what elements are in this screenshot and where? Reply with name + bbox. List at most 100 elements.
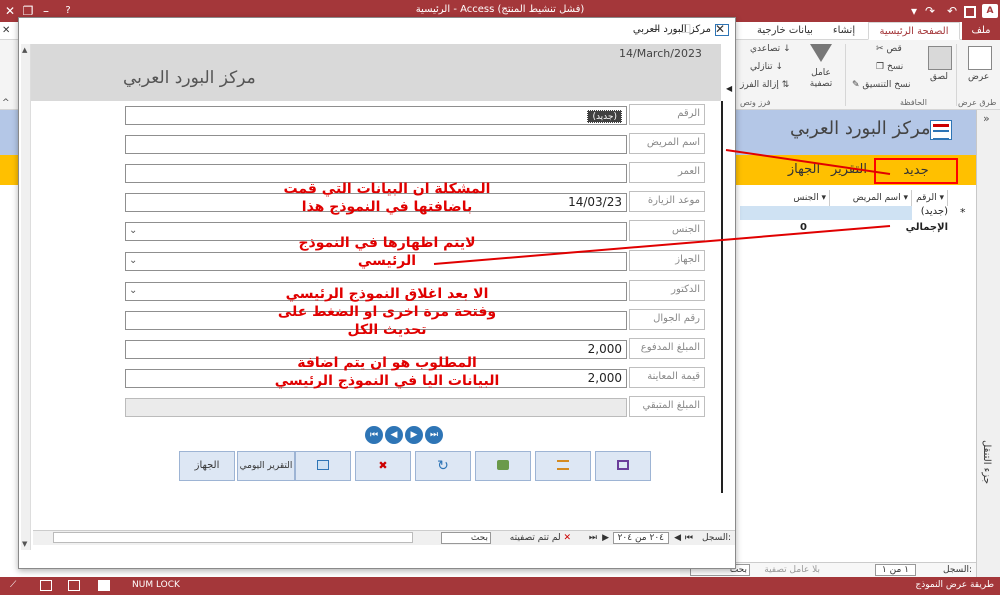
- remove-sort-button[interactable]: إزالة الفرز ⇅: [740, 80, 789, 90]
- tab-create[interactable]: إنشاء: [822, 22, 866, 40]
- annotation-note-2: لايتم اظهارها في النموذج الرئيسي: [262, 234, 512, 270]
- previous-record-button[interactable]: ◀: [385, 426, 403, 444]
- remove-sort-label: إزالة الفرز: [740, 80, 779, 90]
- record-selector-arrow-icon: ◀: [726, 84, 733, 93]
- popup-header-title: مركز البورد العربي: [123, 68, 256, 88]
- navigation-pane[interactable]: » جزء التنقل: [976, 110, 1000, 577]
- popup-vertical-scrollbar[interactable]: ▲ ▼: [21, 44, 31, 550]
- sort-za-icon: ↓: [775, 62, 783, 72]
- label-patient: اسم المريض: [629, 133, 705, 154]
- status-bar: ⟋ NUM LOCK طريقة عرض النموذج: [0, 577, 1000, 595]
- paste-icon[interactable]: [928, 46, 952, 70]
- refresh-button[interactable]: ↻: [415, 451, 471, 481]
- tab-new[interactable]: جديد: [874, 158, 958, 184]
- close-window-button[interactable]: ✕: [2, 2, 18, 20]
- sort-ascending-button[interactable]: تصاعدي ↓: [750, 44, 791, 54]
- popup-recnav-last-icon[interactable]: ⏭: [589, 533, 597, 543]
- cut-button[interactable]: ✂ قص: [876, 44, 902, 54]
- col-header-gender[interactable]: الجنس ▾: [740, 190, 830, 206]
- qat-customize-icon[interactable]: ▾: [906, 2, 922, 20]
- format-painter-label: نسخ التنسيق: [862, 80, 911, 90]
- sort-group-label: فرز وتص: [740, 98, 771, 107]
- annotation-note-3-line-2: وفتحة مرة اخرى او الضغط على: [277, 304, 497, 320]
- grid-view-button[interactable]: [295, 451, 351, 481]
- popup-recnav-next-icon[interactable]: ▶: [602, 533, 609, 543]
- popup-form-header: 14/March/2023 مركز البورد العربي: [23, 44, 721, 101]
- grid-new-row-cells[interactable]: [740, 206, 912, 220]
- remove-sort-icon: ⇅: [781, 80, 790, 90]
- filter-off-icon: ✕: [563, 533, 571, 543]
- daily-report-button[interactable]: التقرير اليومي: [237, 451, 295, 481]
- popup-recnav-position[interactable]: ٢٠٤ من ٢٠٤: [612, 532, 669, 544]
- popup-recnav-filter[interactable]: لم تتم تصفيته ✕: [510, 533, 571, 543]
- next-record-button[interactable]: ▶: [405, 426, 423, 444]
- tab-external-data[interactable]: بيانات خارجية: [750, 22, 820, 40]
- main-recnav-position[interactable]: ١ من ١: [874, 564, 916, 576]
- cut-label: قص: [886, 44, 902, 54]
- col-id-label: الرقم: [916, 193, 937, 203]
- field-patient-name[interactable]: [125, 135, 627, 154]
- redo-icon[interactable]: ↷: [922, 2, 938, 20]
- filter-button[interactable]: عامل تصفية: [806, 68, 836, 90]
- format-painter-button[interactable]: ✎ نسخ التنسيق: [852, 80, 911, 90]
- popup-recnav-first-icon[interactable]: ⏮: [685, 533, 693, 543]
- copy-button[interactable]: ❐ نسخ: [876, 62, 903, 72]
- popup-recnav-prev-icon[interactable]: ◀: [674, 533, 681, 543]
- popup-title: مركز البورد العربي: [632, 24, 711, 35]
- label-visit-date: موعد الزيارة: [629, 191, 705, 212]
- scroll-up-icon[interactable]: ▲: [22, 46, 27, 54]
- new-record-button[interactable]: [535, 451, 591, 481]
- layout-view-icon[interactable]: [40, 580, 52, 591]
- scroll-down-icon[interactable]: ▼: [22, 540, 27, 548]
- print-button[interactable]: [475, 451, 531, 481]
- sort-az-icon: ↓: [783, 44, 791, 54]
- annotation-note-4: المطلوب هو ان يتم اضافة البيانات اليا في…: [250, 354, 524, 390]
- col-header-id[interactable]: الرقم ▾: [912, 190, 948, 206]
- filter-icon[interactable]: [810, 44, 832, 62]
- sort-ascending-label: تصاعدي: [750, 44, 781, 54]
- field-id-value: (جديد): [587, 110, 622, 123]
- copy-icon: ❐: [876, 62, 885, 72]
- popup-horizontal-scrollbar[interactable]: [53, 532, 413, 543]
- grid-total-value: 0: [800, 222, 807, 233]
- ribbon-collapse-icon[interactable]: ^: [2, 98, 10, 108]
- annotation-note-3-line-1: الا بعد اغلاق النموذج الرئيسي: [285, 286, 489, 302]
- save-record-button[interactable]: [595, 451, 651, 481]
- design-view-icon[interactable]: ⟋: [10, 580, 22, 591]
- label-id: الرقم: [629, 104, 705, 125]
- nav-pane-chevron-icon[interactable]: »: [983, 112, 990, 125]
- main-recnav-filter[interactable]: بلا عامل تصفية: [764, 565, 820, 575]
- brush-icon: ✎: [852, 80, 860, 90]
- delete-record-button[interactable]: ✖: [355, 451, 411, 481]
- view-button[interactable]: عرض: [968, 72, 989, 82]
- form-view-icon[interactable]: [98, 580, 110, 591]
- first-record-button[interactable]: ⏮: [365, 426, 383, 444]
- grid-new-row[interactable]: (جديد): [912, 206, 948, 220]
- field-remaining-amount: [125, 398, 627, 417]
- label-exam-fee: قيمة المعاينة: [629, 367, 705, 388]
- col-header-patient[interactable]: اسم المريض ▾: [830, 190, 912, 206]
- annotation-note-2-line-1: لايتم اظهارها في النموذج: [298, 235, 476, 251]
- undo-icon[interactable]: ↶: [944, 2, 960, 20]
- tab-home[interactable]: الصفحة الرئيسية: [868, 22, 960, 40]
- new-record-icon: [557, 460, 569, 470]
- ribbon-separator: [956, 44, 957, 106]
- tab-report[interactable]: التقرير: [826, 159, 872, 181]
- tab-device[interactable]: الجهاز: [782, 159, 826, 181]
- last-record-button[interactable]: ⏭: [425, 426, 443, 444]
- popup-record-navigator: السجل: ⏮ ◀ ٢٠٤ من ٢٠٤ ▶ ⏭ لم تتم تصفيته …: [33, 530, 735, 545]
- field-id[interactable]: (جديد): [125, 106, 627, 125]
- col-gender-label: الجنس: [793, 193, 819, 203]
- datasheet-view-icon[interactable]: [68, 580, 80, 591]
- device-button[interactable]: الجهاز: [179, 451, 235, 481]
- sort-descending-button[interactable]: تنازلي ↓: [750, 62, 783, 72]
- main-form-title: مركز البورد العربي: [790, 118, 931, 139]
- label-doctor: الدكتور: [629, 280, 705, 301]
- view-icon[interactable]: [968, 46, 992, 70]
- paste-button[interactable]: لصق: [930, 72, 948, 82]
- save-icon[interactable]: [962, 2, 978, 20]
- access-app-icon: A: [982, 4, 998, 18]
- tab-file[interactable]: ملف: [962, 22, 1000, 40]
- popup-recnav-search[interactable]: بحث: [441, 532, 491, 544]
- annotation-note-1-line-2: باضافتها في النموذج هذا: [301, 199, 473, 215]
